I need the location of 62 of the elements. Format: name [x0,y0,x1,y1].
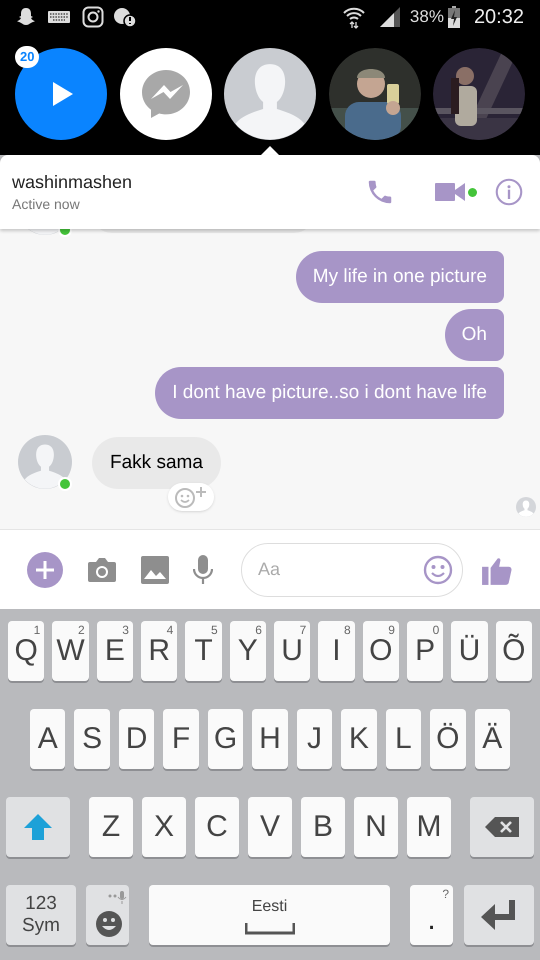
sent-message: My life in one picture [296,251,504,303]
enter-key[interactable] [464,885,534,945]
contact-avatar [18,435,72,489]
shift-key[interactable] [6,797,70,857]
sent-message: I dont have picture..so i dont have life [155,367,504,419]
alert-badge-icon [114,7,136,27]
letter-key[interactable]: O [369,636,392,666]
add-reaction-button[interactable] [168,483,214,511]
contact-name: washinmashen [12,170,134,194]
key-hint: 8 [344,622,351,639]
plus-button-icon[interactable] [27,552,63,588]
letter-key[interactable]: P [415,636,436,666]
backspace-icon [485,817,519,837]
emoji-key[interactable] [86,885,129,945]
battery-percent: 38% [410,6,444,28]
letter-key[interactable]: I [332,636,341,666]
key-hint: 4 [166,622,174,639]
period-key[interactable]: . [427,905,436,935]
camera-icon[interactable] [87,556,117,582]
letter-key[interactable]: E [104,636,125,666]
play-icon [53,82,73,106]
keyboard-icon [48,11,70,23]
letter-key[interactable]: T [194,636,213,666]
shift-arrow-icon [23,812,53,842]
key-hint: 2 [78,622,85,639]
letter-key[interactable]: U [281,636,303,666]
message-field[interactable]: Aa [241,542,463,596]
space-bar-icon [244,923,294,935]
key-hint: 6 [255,622,262,639]
backspace-key[interactable] [470,797,534,857]
key-hint: 3 [122,622,129,639]
messenger-icon [140,68,192,120]
space-key[interactable]: Eesti [149,885,390,945]
key-hint: 0 [432,622,440,639]
key-hint: 5 [210,622,218,639]
key-hint: ? [442,886,449,903]
key-hint: 9 [388,622,395,639]
symbols-key[interactable]: 123 Sym [6,885,76,945]
battery-charging-icon [448,6,460,28]
unread-badge: 20 [15,46,40,68]
letter-key[interactable]: Q [14,636,38,666]
key-hint: 1 [34,622,40,639]
smiley-plus-icon [174,485,208,509]
camera-icon [82,6,104,28]
info-icon[interactable] [495,178,523,206]
received-message: Fakk sama [92,437,221,489]
letter-key[interactable]: W [56,636,85,666]
image-icon[interactable] [141,556,169,584]
signal-icon [378,5,402,29]
enter-icon [481,900,517,930]
emoji-icon[interactable] [423,554,453,584]
sent-message: Oh [444,309,504,361]
letter-key[interactable]: Y [238,636,258,666]
seen-avatar-icon [516,497,536,517]
microphone-icon[interactable] [193,554,213,584]
clock: 20:32 [474,5,524,30]
active-status: Active now [12,194,81,214]
ghost-icon [16,7,36,27]
letter-key[interactable]: R [148,636,170,666]
video-camera-icon[interactable] [435,182,465,202]
key-hint: 7 [300,622,306,639]
wifi-icon [342,5,366,29]
